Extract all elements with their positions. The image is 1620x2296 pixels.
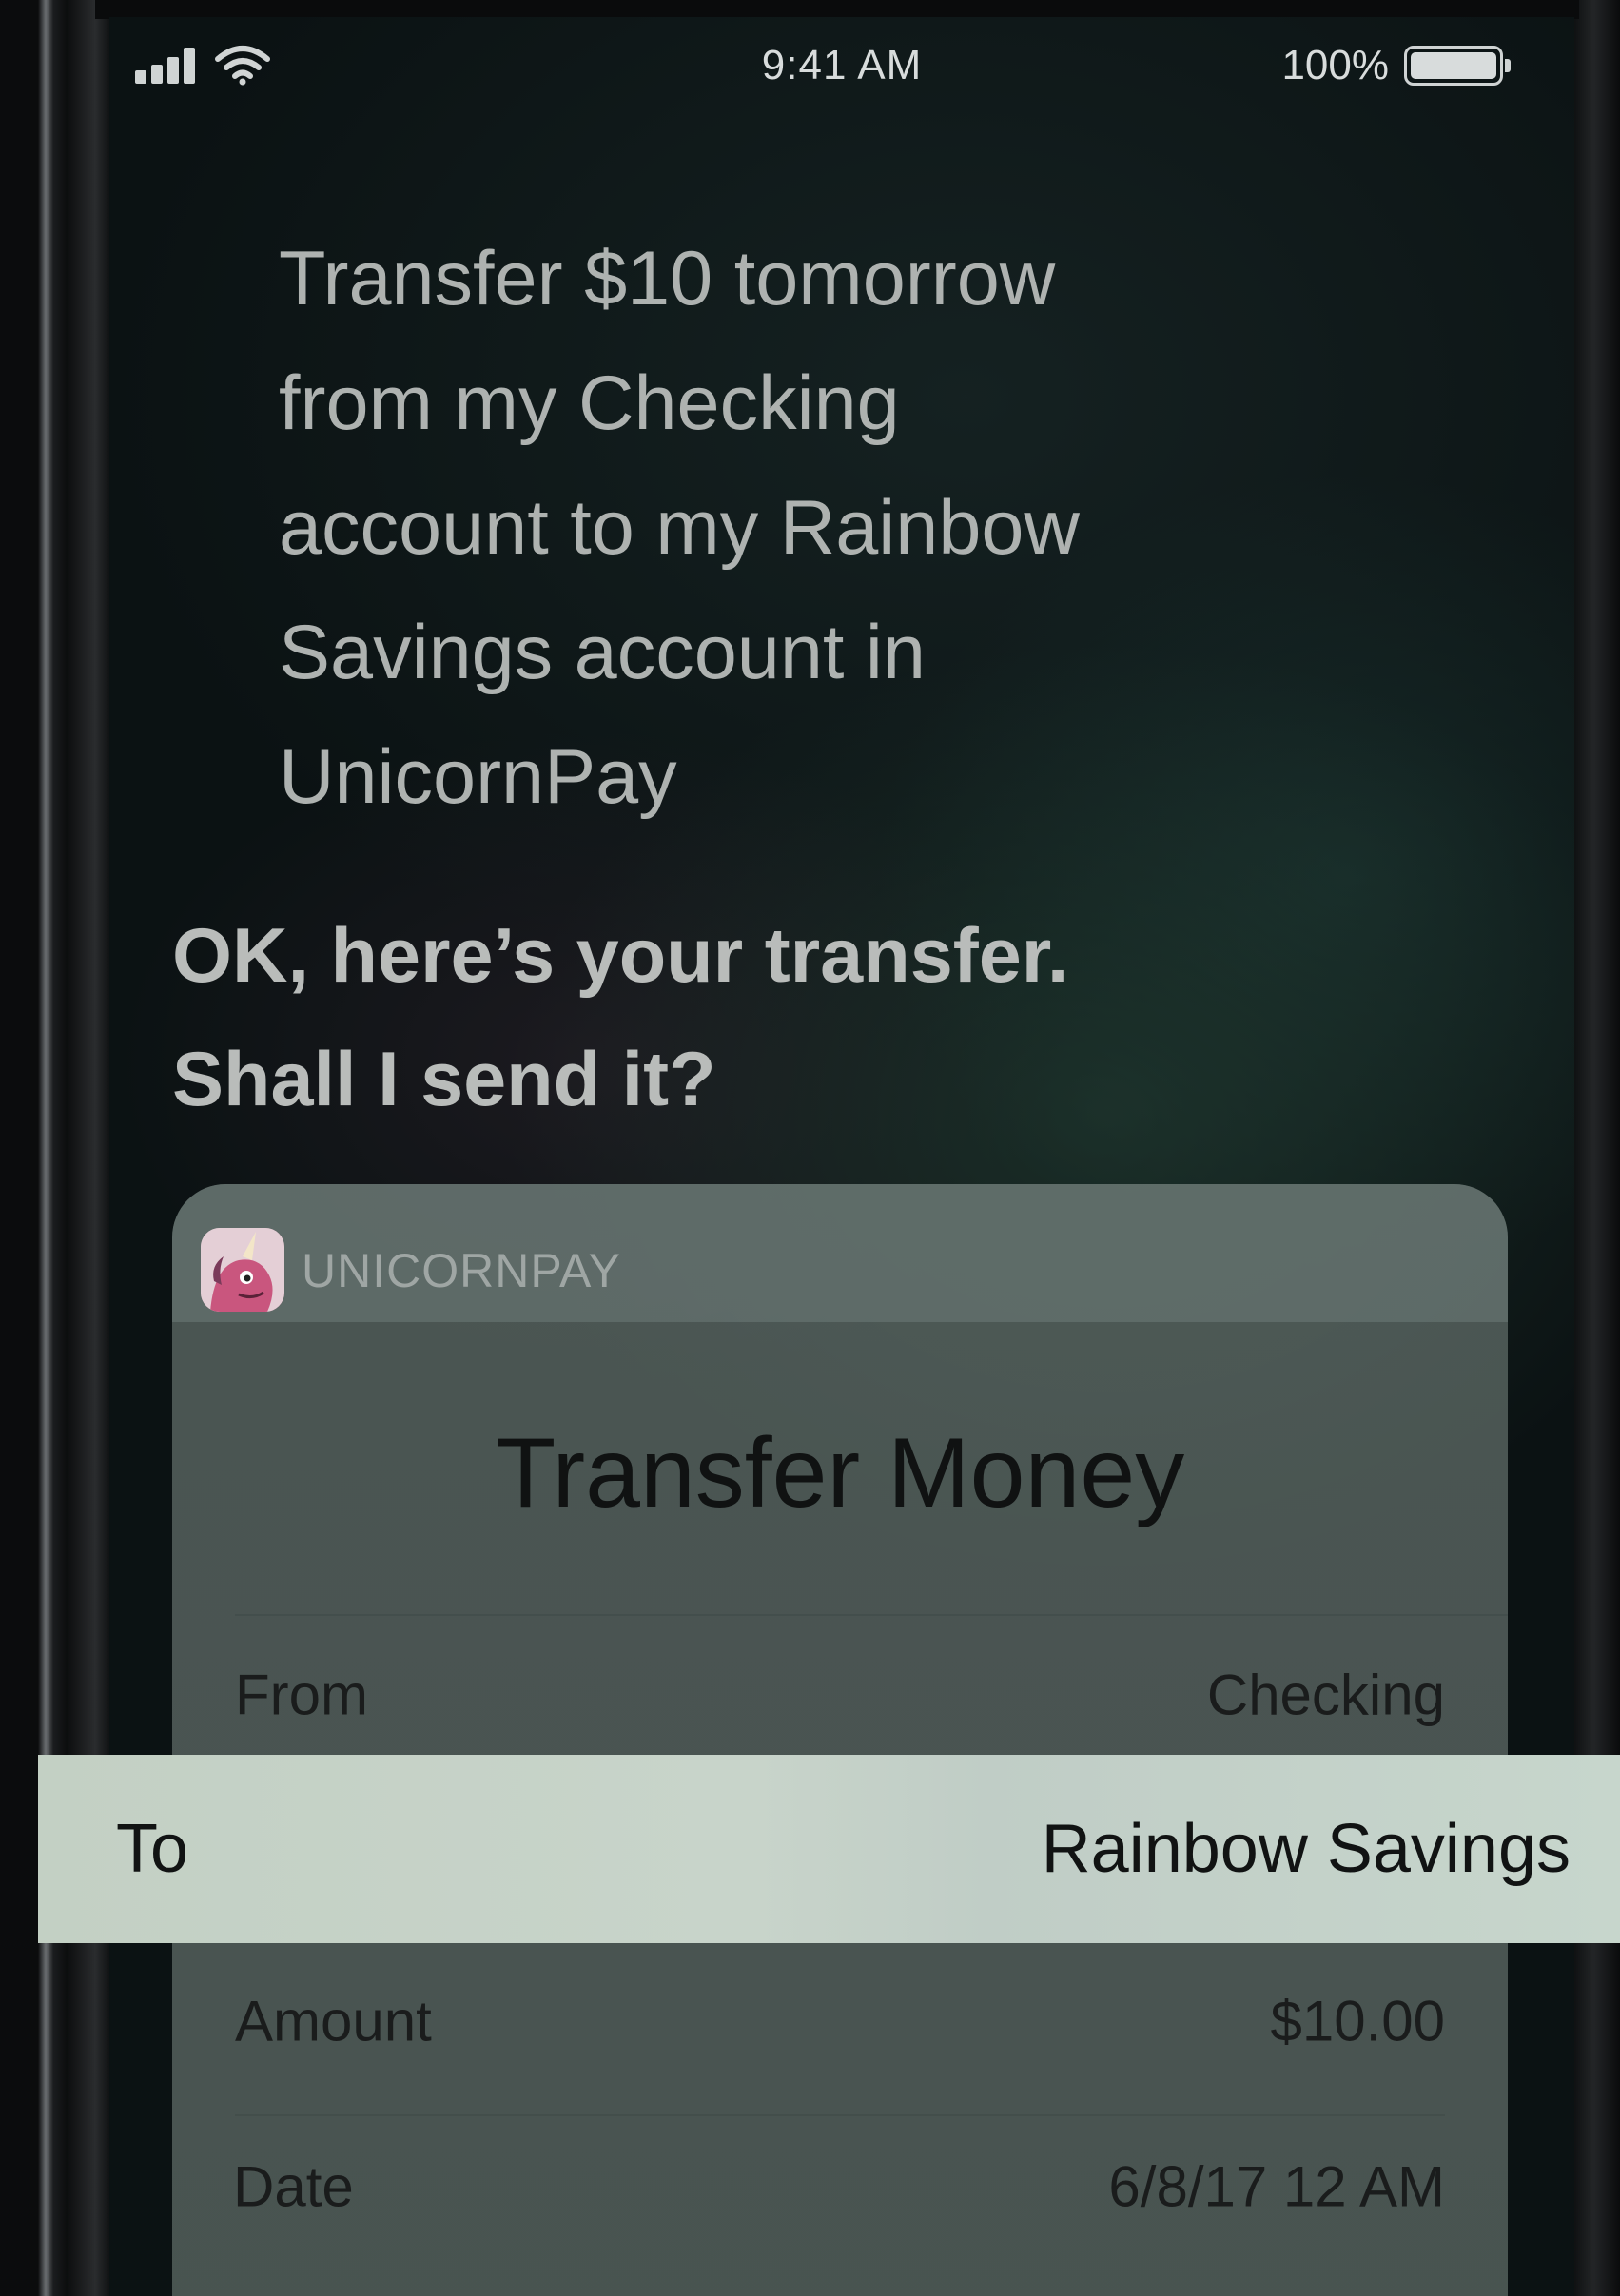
response-line: Shall I send it?	[172, 1037, 716, 1122]
transfer-card[interactable]: UNICORNPAY Transfer Money From Checking …	[172, 1184, 1508, 2296]
unicorn-app-icon	[201, 1228, 284, 1312]
phone-bezel-right	[1574, 0, 1620, 2296]
response-line: OK, here’s your transfer.	[172, 913, 1069, 999]
row-label: To	[116, 1811, 189, 1887]
row-label: Amount	[235, 1989, 432, 2053]
row-amount[interactable]: Amount $10.00	[172, 1939, 1508, 2103]
phone-bezel-top	[95, 0, 1579, 19]
row-value: $10.00	[1270, 1989, 1445, 2053]
utterance-line: from my Checking	[279, 360, 900, 446]
row-to-highlighted[interactable]: To Rainbow Savings	[38, 1755, 1620, 1943]
utterance-line: Transfer $10 tomorrow	[279, 236, 1056, 321]
utterance-line: Savings account in	[279, 610, 926, 695]
row-label: From	[235, 1663, 368, 1727]
card-title: Transfer Money	[495, 1418, 1185, 1528]
row-value: Rainbow Savings	[1041, 1811, 1571, 1887]
siri-screen: 9:41 AM 100% Transfer $10 tomorrow from …	[109, 17, 1574, 2296]
row-value: Checking	[1206, 1663, 1445, 1727]
battery-percent: 100%	[1281, 42, 1389, 88]
utterance-line: account to my Rainbow	[279, 485, 1080, 571]
row-from[interactable]: From Checking	[172, 1613, 1508, 1777]
phone-device: 9:41 AM 100% Transfer $10 tomorrow from …	[0, 0, 1620, 2296]
card-header: UNICORNPAY	[172, 1184, 1508, 1322]
siri-user-utterance: Transfer $10 tomorrow from my Checking a…	[279, 217, 1325, 840]
row-value: 6/8/17 12 AM	[1108, 2154, 1445, 2219]
phone-bezel-left	[0, 0, 109, 2296]
siri-response: OK, here’s your transfer. Shall I send i…	[172, 894, 1314, 1141]
row-date[interactable]: Date 6/8/17 12 AM	[172, 2105, 1508, 2268]
utterance-line: UnicornPay	[279, 734, 677, 820]
app-name: UNICORNPAY	[302, 1244, 621, 1297]
battery-icon	[1404, 46, 1511, 86]
status-bar: 9:41 AM 100%	[109, 17, 1574, 112]
row-label: Date	[233, 2154, 354, 2219]
